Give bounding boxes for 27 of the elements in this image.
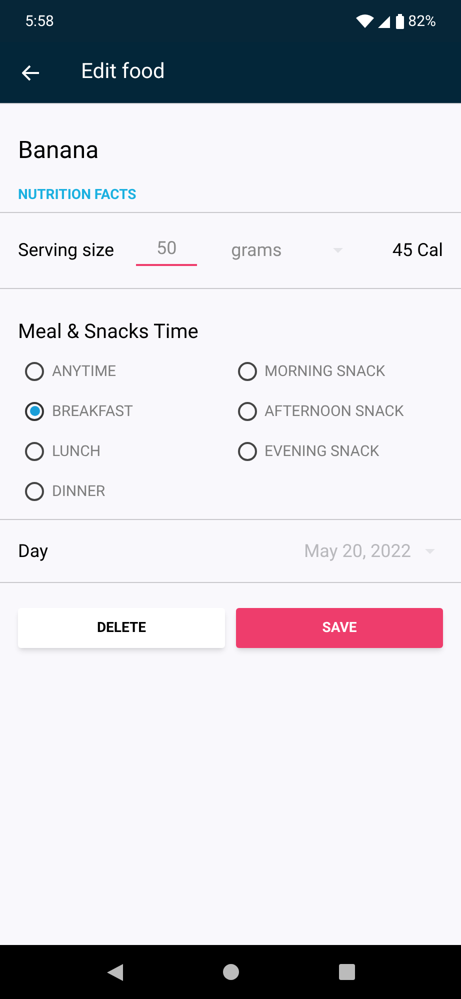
status-time: 5:58 (25, 10, 54, 32)
signal-icon (378, 14, 392, 28)
meal-radio-option[interactable]: AFTERNOON SNACK (238, 400, 443, 422)
food-name: Banana (18, 135, 100, 166)
delete-button[interactable]: DELETE (18, 608, 225, 648)
meal-radio-option[interactable]: ANYTIME (25, 360, 230, 382)
serving-amount-field[interactable]: 50 (136, 235, 198, 266)
serving-label: Serving size (18, 239, 114, 263)
meal-radio-option[interactable]: EVENING SNACK (238, 440, 443, 462)
recents-nav-icon[interactable] (338, 964, 354, 980)
meal-time-heading: Meal & Snacks Time (18, 318, 200, 345)
save-button[interactable]: SAVE (236, 608, 443, 648)
wifi-icon (356, 14, 374, 28)
meal-radio-option[interactable]: LUNCH (25, 440, 230, 462)
battery-icon (396, 14, 404, 28)
home-nav-icon[interactable] (222, 964, 238, 980)
battery-percent: 82% (408, 10, 436, 32)
screen-title: Edit food (81, 58, 165, 86)
unit-dropdown[interactable]: grams (231, 237, 344, 264)
section-heading: NUTRITION FACTS (18, 186, 138, 205)
meal-radio-option[interactable]: DINNER (25, 480, 230, 502)
back-arrow-icon[interactable] (22, 64, 40, 80)
back-nav-icon[interactable] (106, 964, 122, 980)
calorie-value: 45 Cal (392, 239, 443, 263)
meal-radio-option[interactable]: BREAKFAST (25, 400, 230, 422)
day-label: Day (18, 540, 48, 564)
meal-radio-option[interactable]: MORNING SNACK (238, 360, 443, 382)
